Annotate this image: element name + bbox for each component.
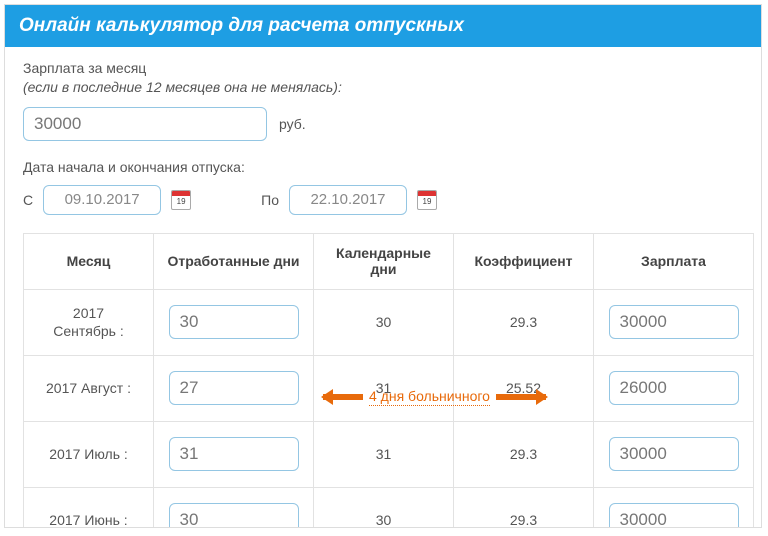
cell-month: 2017 Июнь :: [24, 487, 154, 528]
month-year: 2017: [73, 305, 104, 321]
month-name: 2017 Июль :: [49, 446, 128, 462]
worked-days-input[interactable]: [169, 305, 299, 339]
cell-calendar: 31: [314, 355, 454, 421]
to-label: По: [261, 192, 279, 208]
salary-label-line1: Зарплата за месяц: [23, 60, 146, 76]
salary-unit: руб.: [279, 116, 306, 132]
cell-worked: [154, 487, 314, 528]
worked-days-input[interactable]: [169, 371, 299, 405]
salary-cell-input[interactable]: [609, 371, 739, 405]
salary-input[interactable]: [23, 107, 267, 141]
dates-row: С 19 По 19: [23, 185, 743, 215]
month-name: Сентябрь :: [53, 323, 124, 339]
calendar-icon[interactable]: 19: [417, 190, 437, 210]
month-name: 2017 Август :: [46, 380, 131, 396]
cell-salary: [594, 421, 754, 487]
app-frame: Онлайн калькулятор для расчета отпускных…: [4, 4, 762, 528]
dates-label: Дата начала и окончания отпуска:: [23, 159, 743, 175]
calendar-icon-num: 19: [418, 196, 436, 208]
cell-month: 2017 Июль :: [24, 421, 154, 487]
salary-row: руб.: [23, 107, 743, 141]
salary-cell-input[interactable]: [609, 305, 739, 339]
date-from-input[interactable]: [43, 185, 161, 215]
app-header: Онлайн калькулятор для расчета отпускных: [5, 5, 761, 47]
month-name: 2017 Июнь :: [49, 512, 127, 528]
cell-month: 2017 Сентябрь :: [24, 289, 154, 355]
from-label: С: [23, 192, 33, 208]
cell-worked: [154, 421, 314, 487]
content-area: Зарплата за месяц (если в последние 12 м…: [5, 47, 761, 528]
cell-salary: [594, 355, 754, 421]
worked-days-input[interactable]: [169, 503, 299, 528]
cell-worked: [154, 355, 314, 421]
calendar-icon-num: 19: [172, 196, 190, 208]
th-worked: Отработанные дни: [154, 233, 314, 289]
months-table: Месяц Отработанные дни Календарные дни К…: [23, 233, 754, 528]
cell-coef: 29.3: [454, 487, 594, 528]
cell-calendar: 30: [314, 487, 454, 528]
cell-worked: [154, 289, 314, 355]
table-row: 2017 Сентябрь : 30 29.3: [24, 289, 754, 355]
calendar-icon[interactable]: 19: [171, 190, 191, 210]
cell-calendar: 30: [314, 289, 454, 355]
th-month: Месяц: [24, 233, 154, 289]
salary-label: Зарплата за месяц (если в последние 12 м…: [23, 59, 743, 97]
th-calendar: Календарные дни: [314, 233, 454, 289]
date-to-input[interactable]: [289, 185, 407, 215]
table-wrapper: Месяц Отработанные дни Календарные дни К…: [23, 233, 743, 528]
table-row: 2017 Июнь : 30 29.3: [24, 487, 754, 528]
th-salary: Зарплата: [594, 233, 754, 289]
worked-days-input[interactable]: [169, 437, 299, 471]
cell-coef: 29.3: [454, 421, 594, 487]
table-row: 2017 Август : 31 25.52: [24, 355, 754, 421]
table-header-row: Месяц Отработанные дни Календарные дни К…: [24, 233, 754, 289]
table-row: 2017 Июль : 31 29.3: [24, 421, 754, 487]
cell-coef: 25.52: [454, 355, 594, 421]
salary-cell-input[interactable]: [609, 503, 739, 528]
cell-salary: [594, 487, 754, 528]
cell-calendar: 31: [314, 421, 454, 487]
cell-salary: [594, 289, 754, 355]
salary-label-line2: (если в последние 12 месяцев она не меня…: [23, 79, 342, 95]
th-coef: Коэффициент: [454, 233, 594, 289]
app-title: Онлайн калькулятор для расчета отпускных: [19, 15, 464, 36]
cell-coef: 29.3: [454, 289, 594, 355]
cell-month: 2017 Август :: [24, 355, 154, 421]
salary-cell-input[interactable]: [609, 437, 739, 471]
